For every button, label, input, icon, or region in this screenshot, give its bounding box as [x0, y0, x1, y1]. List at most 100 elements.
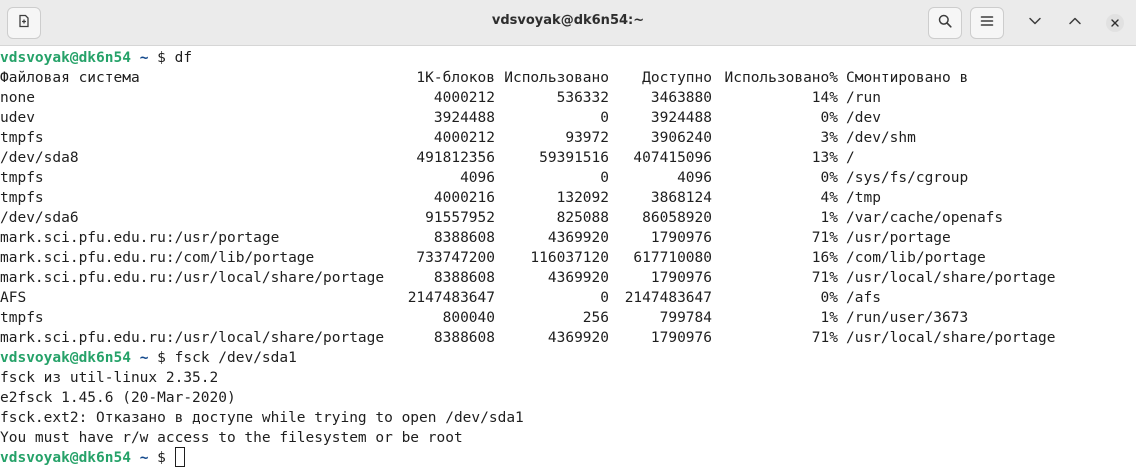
prompt-user-host: vdsvoyak@dk6n54 [0, 350, 131, 366]
df-cell-blocks: 4000212 [433, 130, 495, 146]
df-cell-use-percent: 13% [811, 150, 838, 166]
df-cell-filesystem: tmpfs [0, 130, 44, 146]
df-cell-filesystem: udev [0, 110, 35, 126]
df-cell-filesystem: tmpfs [0, 190, 44, 206]
df-cell-blocks: 733747200 [416, 250, 495, 266]
df-table-row: /dev/sda8 491812356 59391516 407415096 13% / [0, 148, 1136, 168]
output-line: fsck из util-linux 2.35.2 [0, 370, 219, 386]
df-table-row: mark.sci.pfu.edu.ru:/usr/local/share/por… [0, 328, 1136, 348]
maximize-button[interactable] [1058, 7, 1092, 39]
df-header-used: Использовано [504, 70, 609, 86]
df-cell-available: 3868124 [650, 190, 712, 206]
df-cell-use-percent: 0% [820, 290, 838, 306]
header-bar: vdsvoyak@dk6n54:~ [0, 0, 1136, 46]
df-cell-use-percent: 14% [811, 90, 838, 106]
df-cell-mounted-on: /var/cache/openafs [846, 210, 1004, 226]
df-cell-mounted-on: /com/lib/portage [846, 250, 986, 266]
df-cell-blocks: 3924488 [433, 110, 495, 126]
df-cell-available: 3924488 [650, 110, 712, 126]
df-cell-available: 4096 [677, 170, 712, 186]
df-cell-blocks: 491812356 [416, 150, 495, 166]
df-table-row: /dev/sda6 91557952 825088 86058920 1% /var/ca… [0, 208, 1136, 228]
df-cell-blocks: 800040 [442, 310, 495, 326]
df-cell-blocks: 4096 [460, 170, 495, 186]
text-cursor [174, 447, 185, 467]
df-cell-use-percent: 4% [820, 190, 838, 206]
prompt-symbol: $ [157, 350, 166, 366]
df-table-row: AFS 2147483647 0 2147483647 0% /afs [0, 288, 1136, 308]
df-header-filesystem: Файловая система [0, 70, 140, 86]
prompt-user-host: vdsvoyak@dk6n54 [0, 450, 131, 466]
terminal-window: vdsvoyak@dk6n54:~ vdsvoyak@dk6n54 ~ $ df… [0, 0, 1136, 470]
df-cell-mounted-on: /sys/fs/cgroup [846, 170, 969, 186]
df-cell-use-percent: 71% [811, 330, 838, 346]
df-cell-filesystem: tmpfs [0, 170, 44, 186]
df-cell-used: 0 [600, 170, 609, 186]
df-cell-used: 59391516 [539, 150, 609, 166]
close-button[interactable] [1098, 7, 1132, 39]
output-line: You must have r/w access to the filesyst… [0, 430, 463, 446]
prompt-symbol: $ [157, 50, 166, 66]
df-cell-blocks: 8388608 [433, 330, 495, 346]
df-cell-blocks: 91557952 [425, 210, 495, 226]
prompt-dir: ~ [139, 450, 149, 466]
df-cell-mounted-on: / [846, 150, 855, 166]
df-cell-mounted-on: /usr/portage [846, 230, 951, 246]
df-table-row: tmpfs 4096 0 4096 0% /sys/fs/cgroup [0, 168, 1136, 188]
df-cell-mounted-on: /afs [846, 290, 881, 306]
df-cell-available: 1790976 [650, 230, 712, 246]
df-cell-mounted-on: /usr/local/share/portage [846, 270, 1056, 286]
df-cell-blocks: 4000216 [433, 190, 495, 206]
df-table-row: mark.sci.pfu.edu.ru:/usr/portage 8388608 4… [0, 228, 1136, 248]
command-text: df [174, 50, 193, 66]
output-line: e2fsck 1.45.6 (20-Mar-2020) [0, 390, 236, 406]
output-line: fsck.ext2: Отказано в доступе while tryi… [0, 410, 524, 426]
df-cell-use-percent: 1% [820, 210, 838, 226]
df-cell-blocks: 4000212 [433, 90, 495, 106]
df-table-body: none 4000212 536332 3463880 14% /run udev 39244… [0, 88, 1136, 348]
df-cell-available: 3463880 [650, 90, 712, 106]
minimize-button[interactable] [1018, 7, 1052, 39]
menu-button[interactable] [970, 7, 1004, 39]
df-cell-used: 4369920 [547, 230, 609, 246]
search-button[interactable] [928, 7, 962, 39]
df-cell-mounted-on: /run [846, 90, 881, 106]
df-cell-available: 3906240 [650, 130, 712, 146]
df-cell-available: 617710080 [633, 250, 712, 266]
df-table-row: udev 3924488 0 3924488 0% /dev [0, 108, 1136, 128]
df-cell-blocks: 8388608 [433, 230, 495, 246]
prompt-line: vdsvoyak@dk6n54 ~ $ df [0, 48, 1136, 68]
close-icon [1106, 14, 1124, 32]
terminal-output[interactable]: vdsvoyak@dk6n54 ~ $ df Файловая система 1… [0, 48, 1136, 470]
df-cell-available: 799784 [659, 310, 712, 326]
df-cell-used: 4369920 [547, 330, 609, 346]
df-cell-mounted-on: /dev/shm [846, 130, 916, 146]
df-cell-used: 0 [600, 110, 609, 126]
df-cell-used: 93972 [565, 130, 609, 146]
prompt-line: vdsvoyak@dk6n54 ~ $ fsck /dev/sda1 [0, 348, 1136, 368]
df-cell-use-percent: 3% [820, 130, 838, 146]
df-cell-blocks: 2147483647 [407, 290, 495, 306]
df-cell-filesystem: mark.sci.pfu.edu.ru:/com/lib/portage [0, 250, 315, 266]
df-cell-used: 256 [582, 310, 609, 326]
search-icon [937, 13, 953, 33]
df-cell-use-percent: 0% [820, 110, 838, 126]
prompt-dir: ~ [139, 350, 149, 366]
df-cell-used: 132092 [556, 190, 609, 206]
df-cell-use-percent: 0% [820, 170, 838, 186]
df-cell-filesystem: /dev/sda8 [0, 150, 79, 166]
prompt-dir: ~ [139, 50, 149, 66]
df-header-mounted-on: Смонтировано в [846, 70, 969, 86]
chevron-up-icon [1067, 13, 1083, 33]
df-cell-available: 86058920 [642, 210, 712, 226]
window-title: vdsvoyak@dk6n54:~ [491, 13, 645, 28]
df-cell-filesystem: none [0, 90, 35, 106]
df-table-row: none 4000212 536332 3463880 14% /run [0, 88, 1136, 108]
df-table-row: tmpfs 800040 256 799784 1% /run/user/3673 [0, 308, 1136, 328]
df-cell-filesystem: /dev/sda6 [0, 210, 79, 226]
df-cell-use-percent: 71% [811, 270, 838, 286]
df-cell-mounted-on: /dev [846, 110, 881, 126]
df-cell-available: 407415096 [633, 150, 712, 166]
df-cell-filesystem: tmpfs [0, 310, 44, 326]
df-header-blocks: 1K-блоков [416, 70, 495, 86]
